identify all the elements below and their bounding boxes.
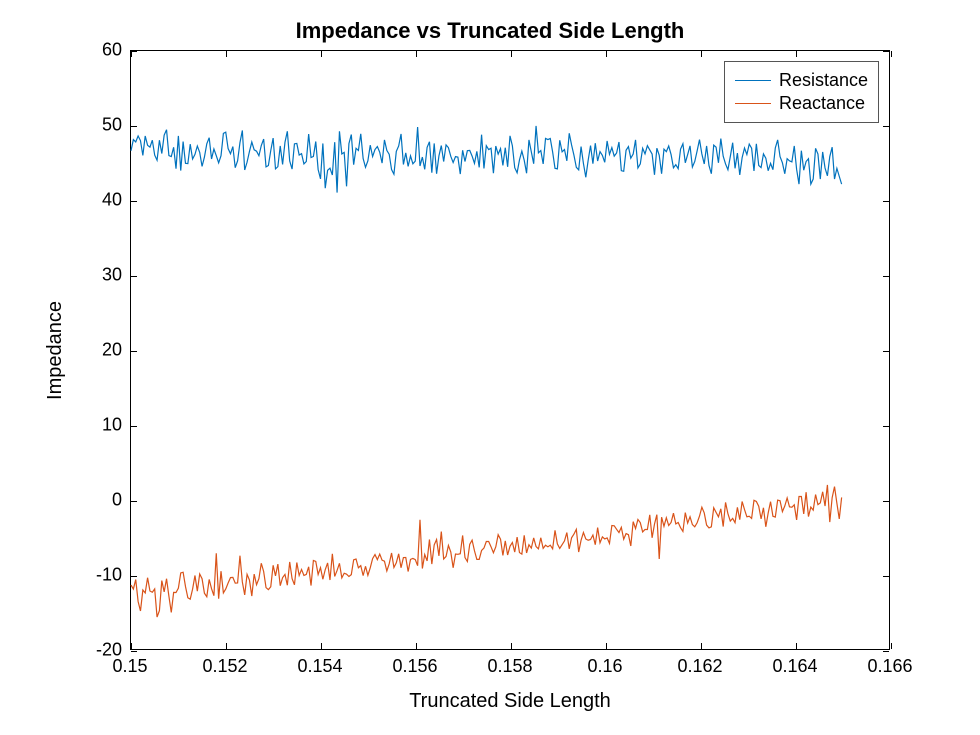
xtick-mark <box>131 51 132 57</box>
ytick-mark <box>131 651 137 652</box>
ytick-label: 40 <box>42 190 122 211</box>
legend-label-resistance: Resistance <box>779 70 868 91</box>
ytick-mark <box>131 51 137 52</box>
xtick-mark <box>226 51 227 57</box>
ytick-mark <box>131 126 137 127</box>
ytick-mark <box>131 501 137 502</box>
ytick-label: 0 <box>42 490 122 511</box>
xtick-label: 0.16 <box>587 656 622 677</box>
xtick-mark <box>796 51 797 57</box>
ytick-mark <box>131 426 137 427</box>
ytick-mark <box>883 201 889 202</box>
figure: Impedance vs Truncated Side Length Imped… <box>0 0 980 735</box>
ytick-mark <box>883 51 889 52</box>
xtick-mark <box>891 643 892 649</box>
xtick-mark <box>796 643 797 649</box>
ytick-label: -10 <box>42 565 122 586</box>
xtick-mark <box>606 51 607 57</box>
x-axis-label: Truncated Side Length <box>130 690 890 713</box>
series-resistance <box>131 126 842 193</box>
xtick-mark <box>416 51 417 57</box>
xtick-mark <box>606 643 607 649</box>
plot-area[interactable]: Resistance Reactance <box>130 50 890 650</box>
xtick-mark <box>511 643 512 649</box>
xtick-mark <box>511 51 512 57</box>
xtick-mark <box>321 643 322 649</box>
xtick-mark <box>416 643 417 649</box>
ytick-mark <box>883 351 889 352</box>
ytick-label: -20 <box>42 640 122 661</box>
legend-swatch-resistance <box>735 80 771 81</box>
ytick-mark <box>883 576 889 577</box>
ytick-label: 50 <box>42 115 122 136</box>
ytick-mark <box>883 276 889 277</box>
xtick-label: 0.166 <box>867 656 912 677</box>
ytick-label: 60 <box>42 40 122 61</box>
ytick-mark <box>883 126 889 127</box>
ytick-mark <box>131 201 137 202</box>
ytick-label: 20 <box>42 340 122 361</box>
series-reactance <box>131 485 842 617</box>
legend[interactable]: Resistance Reactance <box>724 61 879 123</box>
xtick-mark <box>131 643 132 649</box>
chart-title: Impedance vs Truncated Side Length <box>0 18 980 44</box>
ytick-label: 10 <box>42 415 122 436</box>
legend-entry-resistance: Resistance <box>735 70 868 91</box>
xtick-mark <box>891 51 892 57</box>
xtick-label: 0.156 <box>392 656 437 677</box>
xtick-label: 0.15 <box>112 656 147 677</box>
xtick-label: 0.158 <box>487 656 532 677</box>
xtick-label: 0.152 <box>202 656 247 677</box>
ytick-label: 30 <box>42 265 122 286</box>
ytick-mark <box>883 651 889 652</box>
ytick-mark <box>883 426 889 427</box>
legend-label-reactance: Reactance <box>779 93 865 114</box>
legend-entry-reactance: Reactance <box>735 93 868 114</box>
chart-lines <box>131 51 889 649</box>
ytick-mark <box>883 501 889 502</box>
xtick-mark <box>701 643 702 649</box>
ytick-mark <box>131 576 137 577</box>
ytick-mark <box>131 351 137 352</box>
xtick-label: 0.164 <box>772 656 817 677</box>
ytick-mark <box>131 276 137 277</box>
legend-swatch-reactance <box>735 103 771 104</box>
xtick-mark <box>226 643 227 649</box>
xtick-label: 0.154 <box>297 656 342 677</box>
xtick-mark <box>701 51 702 57</box>
xtick-label: 0.162 <box>677 656 722 677</box>
xtick-mark <box>321 51 322 57</box>
